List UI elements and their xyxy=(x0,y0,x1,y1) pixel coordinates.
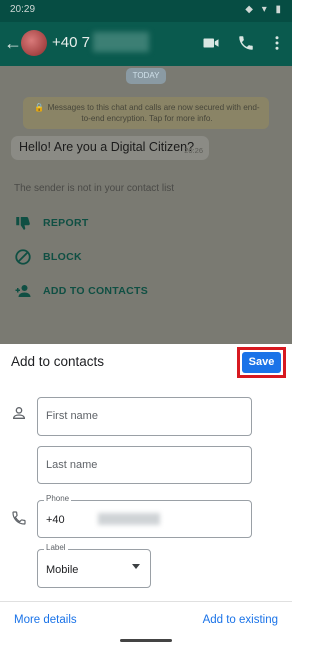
thumbs-down-icon xyxy=(16,216,30,230)
message-time: 20:26 xyxy=(184,146,203,155)
date-chip: TODAY xyxy=(126,68,166,84)
save-button[interactable]: Save xyxy=(242,352,281,373)
block-icon xyxy=(15,249,31,265)
contact-phone-number[interactable]: +40 7 xyxy=(52,34,90,51)
sender-notice: The sender is not in your contact list xyxy=(14,183,175,194)
label-select-label: Label xyxy=(44,543,68,552)
more-details-button[interactable]: More details xyxy=(14,614,77,626)
last-name-field[interactable] xyxy=(37,446,252,484)
last-name-input[interactable] xyxy=(46,459,236,471)
status-time: 20:29 xyxy=(10,4,36,15)
first-name-input[interactable] xyxy=(46,410,236,422)
label-select-value: Mobile xyxy=(46,564,79,576)
block-label: BLOCK xyxy=(43,251,82,263)
video-call-icon[interactable] xyxy=(202,34,220,52)
sheet-divider xyxy=(0,601,292,602)
chat-app-bar: ← +40 7 xyxy=(0,22,292,66)
message-text: Hello! Are you a Digital Citizen? xyxy=(19,140,195,154)
save-highlight: Save xyxy=(237,347,286,378)
overflow-menu-icon[interactable] xyxy=(268,34,286,52)
chat-area: TODAY 🔒 Messages to this chat and calls a… xyxy=(0,66,292,344)
add-contact-sheet: Add to contacts Save Phone +40 Label Mob… xyxy=(0,344,292,648)
person-icon xyxy=(12,407,26,419)
phone-call-icon[interactable] xyxy=(237,34,255,52)
redacted-number xyxy=(93,32,149,52)
first-name-field[interactable] xyxy=(37,397,252,436)
redacted-phone xyxy=(98,513,160,525)
sheet-title: Add to contacts xyxy=(11,354,105,369)
contact-avatar[interactable] xyxy=(21,30,47,56)
phone-value: +40 xyxy=(46,514,65,526)
message-bubble[interactable]: Hello! Are you a Digital Citizen? 20:26 xyxy=(11,136,209,160)
gesture-nav-bar[interactable] xyxy=(120,639,172,642)
encryption-notice[interactable]: 🔒 Messages to this chat and calls are now… xyxy=(23,97,269,129)
add-to-contacts-label: ADD TO CONTACTS xyxy=(43,285,149,297)
phone-field[interactable]: Phone +40 xyxy=(37,494,252,538)
phone-label-select[interactable]: Label Mobile xyxy=(37,543,151,588)
lock-icon: 🔒 xyxy=(34,103,45,112)
phone-field-label: Phone xyxy=(44,494,72,503)
dropdown-arrow-icon xyxy=(132,564,140,569)
add-to-existing-button[interactable]: Add to existing xyxy=(203,614,278,626)
status-bar: 20:29 ◆ ▾ ▮ xyxy=(0,0,292,22)
add-person-icon xyxy=(15,285,31,297)
status-icons: ◆ ▾ ▮ xyxy=(245,4,284,15)
phone-icon xyxy=(12,511,26,525)
back-arrow-icon[interactable]: ← xyxy=(4,34,22,52)
encryption-text: Messages to this chat and calls are now … xyxy=(47,103,260,123)
report-label: REPORT xyxy=(43,217,89,229)
